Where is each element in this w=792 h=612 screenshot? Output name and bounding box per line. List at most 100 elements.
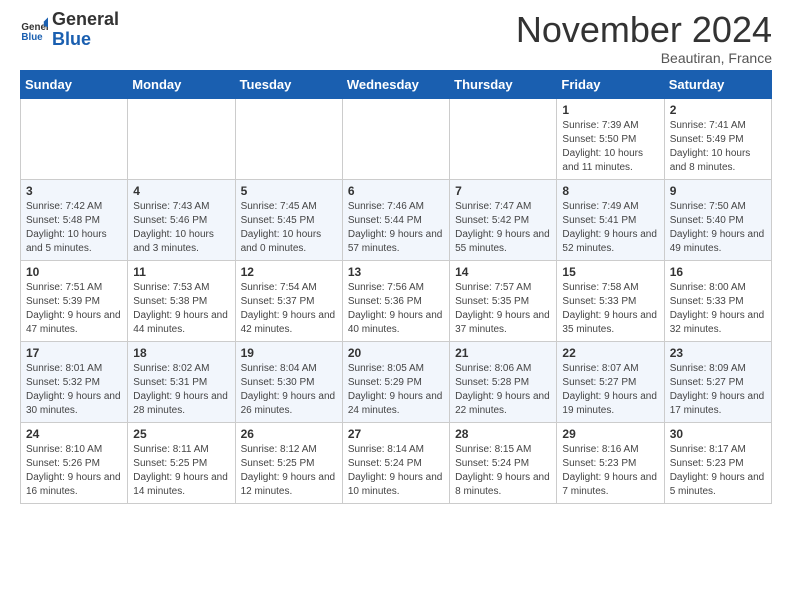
calendar-cell: 17Sunrise: 8:01 AM Sunset: 5:32 PM Dayli… [21, 341, 128, 422]
logo-general: General [52, 10, 119, 30]
day-info: Sunrise: 7:46 AM Sunset: 5:44 PM Dayligh… [348, 200, 444, 256]
header-day-tuesday: Tuesday [235, 70, 342, 98]
day-info: Sunrise: 7:43 AM Sunset: 5:46 PM Dayligh… [133, 200, 229, 256]
calendar-cell: 4 Sunrise: 7:43 AM Sunset: 5:46 PM Daylig… [128, 179, 235, 260]
header-day-wednesday: Wednesday [342, 70, 449, 98]
day-number: 1 [562, 103, 658, 117]
day-info: Sunrise: 8:06 AM Sunset: 5:28 PM Dayligh… [455, 362, 551, 418]
day-info: Sunrise: 8:02 AM Sunset: 5:31 PM Dayligh… [133, 362, 229, 418]
day-info: Sunrise: 7:42 AM Sunset: 5:48 PM Dayligh… [26, 200, 122, 256]
calendar-cell [450, 98, 557, 179]
calendar-cell: 5 Sunrise: 7:45 AM Sunset: 5:45 PM Daylig… [235, 179, 342, 260]
day-number: 27 [348, 427, 444, 441]
day-number: 20 [348, 346, 444, 360]
day-info: Sunrise: 8:15 AM Sunset: 5:24 PM Dayligh… [455, 443, 551, 499]
calendar-cell [235, 98, 342, 179]
calendar-cell: 23 Sunrise: 8:09 AM Sunset: 5:27 PM Dayli… [664, 341, 771, 422]
day-info: Sunrise: 7:47 AM Sunset: 5:42 PM Dayligh… [455, 200, 551, 256]
day-number: 5 [241, 184, 337, 198]
calendar-cell: 29Sunrise: 8:16 AM Sunset: 5:23 PM Dayli… [557, 422, 664, 503]
day-number: 13 [348, 265, 444, 279]
calendar-cell: 21 Sunrise: 8:06 AM Sunset: 5:28 PM Dayli… [450, 341, 557, 422]
day-number: 18 [133, 346, 229, 360]
calendar-cell: 14 Sunrise: 7:57 AM Sunset: 5:35 PM Dayli… [450, 260, 557, 341]
day-number: 15 [562, 265, 658, 279]
calendar-cell: 10 Sunrise: 7:51 AM Sunset: 5:39 PM Dayli… [21, 260, 128, 341]
calendar-cell: 11Sunrise: 7:53 AM Sunset: 5:38 PM Dayli… [128, 260, 235, 341]
calendar-cell [128, 98, 235, 179]
day-number: 21 [455, 346, 551, 360]
header-day-sunday: Sunday [21, 70, 128, 98]
day-info: Sunrise: 8:05 AM Sunset: 5:29 PM Dayligh… [348, 362, 444, 418]
calendar-cell: 3 Sunrise: 7:42 AM Sunset: 5:48 PM Daylig… [21, 179, 128, 260]
day-info: Sunrise: 7:54 AM Sunset: 5:37 PM Dayligh… [241, 281, 337, 337]
day-info: Sunrise: 8:11 AM Sunset: 5:25 PM Dayligh… [133, 443, 229, 499]
day-number: 26 [241, 427, 337, 441]
calendar-cell: 20 Sunrise: 8:05 AM Sunset: 5:29 PM Dayli… [342, 341, 449, 422]
day-number: 25 [133, 427, 229, 441]
calendar-cell: 12Sunrise: 7:54 AM Sunset: 5:37 PM Dayli… [235, 260, 342, 341]
week-row-4: 17Sunrise: 8:01 AM Sunset: 5:32 PM Dayli… [21, 341, 772, 422]
calendar-cell: 28 Sunrise: 8:15 AM Sunset: 5:24 PM Dayli… [450, 422, 557, 503]
day-info: Sunrise: 8:09 AM Sunset: 5:27 PM Dayligh… [670, 362, 766, 418]
day-number: 23 [670, 346, 766, 360]
calendar-cell: 22 Sunrise: 8:07 AM Sunset: 5:27 PM Dayli… [557, 341, 664, 422]
logo-blue: Blue [52, 30, 119, 50]
day-number: 17 [26, 346, 122, 360]
calendar-cell: 15Sunrise: 7:58 AM Sunset: 5:33 PM Dayli… [557, 260, 664, 341]
calendar-cell: 1 Sunrise: 7:39 AM Sunset: 5:50 PM Daylig… [557, 98, 664, 179]
calendar-cell: 7 Sunrise: 7:47 AM Sunset: 5:42 PM Daylig… [450, 179, 557, 260]
day-number: 16 [670, 265, 766, 279]
calendar-cell: 6 Sunrise: 7:46 AM Sunset: 5:44 PM Daylig… [342, 179, 449, 260]
day-info: Sunrise: 8:12 AM Sunset: 5:25 PM Dayligh… [241, 443, 337, 499]
header-day-saturday: Saturday [664, 70, 771, 98]
day-info: Sunrise: 7:45 AM Sunset: 5:45 PM Dayligh… [241, 200, 337, 256]
calendar-cell: 30 Sunrise: 8:17 AM Sunset: 5:23 PM Dayli… [664, 422, 771, 503]
day-info: Sunrise: 7:49 AM Sunset: 5:41 PM Dayligh… [562, 200, 658, 256]
calendar-cell: 16Sunrise: 8:00 AM Sunset: 5:33 PM Dayli… [664, 260, 771, 341]
header-day-thursday: Thursday [450, 70, 557, 98]
day-number: 10 [26, 265, 122, 279]
day-info: Sunrise: 8:14 AM Sunset: 5:24 PM Dayligh… [348, 443, 444, 499]
day-info: Sunrise: 8:04 AM Sunset: 5:30 PM Dayligh… [241, 362, 337, 418]
day-info: Sunrise: 7:50 AM Sunset: 5:40 PM Dayligh… [670, 200, 766, 256]
day-info: Sunrise: 8:17 AM Sunset: 5:23 PM Dayligh… [670, 443, 766, 499]
week-row-2: 3 Sunrise: 7:42 AM Sunset: 5:48 PM Daylig… [21, 179, 772, 260]
day-number: 6 [348, 184, 444, 198]
calendar-cell: 8 Sunrise: 7:49 AM Sunset: 5:41 PM Daylig… [557, 179, 664, 260]
calendar-body: 1 Sunrise: 7:39 AM Sunset: 5:50 PM Daylig… [21, 98, 772, 503]
day-number: 19 [241, 346, 337, 360]
day-number: 14 [455, 265, 551, 279]
day-info: Sunrise: 7:41 AM Sunset: 5:49 PM Dayligh… [670, 119, 766, 175]
calendar-cell: 27 Sunrise: 8:14 AM Sunset: 5:24 PM Dayli… [342, 422, 449, 503]
header-day-friday: Friday [557, 70, 664, 98]
day-number: 2 [670, 103, 766, 117]
day-info: Sunrise: 8:16 AM Sunset: 5:23 PM Dayligh… [562, 443, 658, 499]
day-info: Sunrise: 8:07 AM Sunset: 5:27 PM Dayligh… [562, 362, 658, 418]
day-number: 24 [26, 427, 122, 441]
header-day-monday: Monday [128, 70, 235, 98]
day-number: 4 [133, 184, 229, 198]
week-row-3: 10 Sunrise: 7:51 AM Sunset: 5:39 PM Dayli… [21, 260, 772, 341]
day-number: 30 [670, 427, 766, 441]
day-number: 3 [26, 184, 122, 198]
header: General Blue General Blue November 2024 … [20, 10, 772, 66]
calendar-cell: 9Sunrise: 7:50 AM Sunset: 5:40 PM Daylig… [664, 179, 771, 260]
week-row-5: 24Sunrise: 8:10 AM Sunset: 5:26 PM Dayli… [21, 422, 772, 503]
day-info: Sunrise: 7:39 AM Sunset: 5:50 PM Dayligh… [562, 119, 658, 175]
day-info: Sunrise: 7:57 AM Sunset: 5:35 PM Dayligh… [455, 281, 551, 337]
calendar-cell: 18 Sunrise: 8:02 AM Sunset: 5:31 PM Dayli… [128, 341, 235, 422]
day-number: 8 [562, 184, 658, 198]
day-number: 22 [562, 346, 658, 360]
day-info: Sunrise: 7:51 AM Sunset: 5:39 PM Dayligh… [26, 281, 122, 337]
calendar-cell: 26 Sunrise: 8:12 AM Sunset: 5:25 PM Dayli… [235, 422, 342, 503]
calendar-cell [342, 98, 449, 179]
day-number: 7 [455, 184, 551, 198]
day-number: 28 [455, 427, 551, 441]
calendar-cell: 24Sunrise: 8:10 AM Sunset: 5:26 PM Dayli… [21, 422, 128, 503]
calendar-cell: 19 Sunrise: 8:04 AM Sunset: 5:30 PM Dayli… [235, 341, 342, 422]
calendar-table: SundayMondayTuesdayWednesdayThursdayFrid… [20, 70, 772, 504]
day-number: 11 [133, 265, 229, 279]
logo-icon: General Blue [20, 16, 48, 44]
svg-text:Blue: Blue [21, 32, 43, 43]
